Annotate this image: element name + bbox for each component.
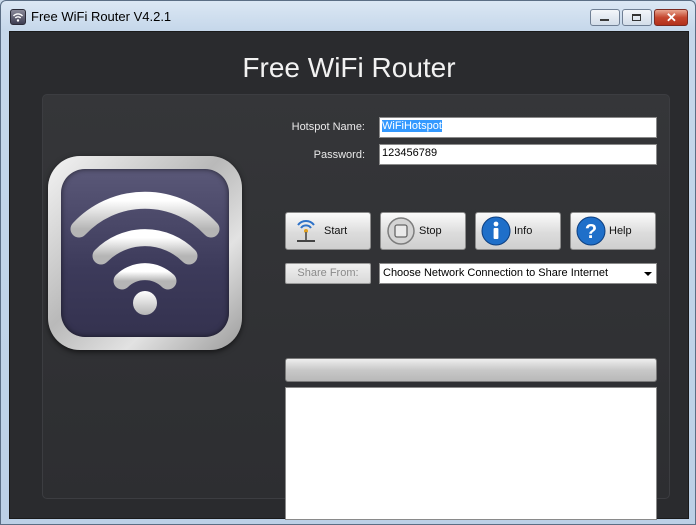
info-button-label: Info: [514, 225, 533, 237]
minimize-icon: [600, 19, 609, 21]
hotspot-name-value: WiFiHotspot: [382, 120, 442, 132]
close-icon: ✕: [666, 10, 677, 25]
password-label: Password:: [313, 149, 365, 161]
network-connection-select[interactable]: Choose Network Connection to Share Inter…: [379, 263, 657, 284]
start-button[interactable]: Start: [285, 212, 371, 250]
hotspot-name-label: Hotspot Name:: [291, 121, 365, 133]
start-button-label: Start: [324, 225, 348, 237]
network-connection-selected: Choose Network Connection to Share Inter…: [383, 267, 609, 279]
maximize-button[interactable]: [622, 9, 652, 26]
stop-button[interactable]: Stop: [380, 212, 466, 250]
minimize-button[interactable]: [590, 9, 620, 26]
info-icon: [481, 216, 511, 246]
close-button[interactable]: ✕: [654, 9, 688, 26]
help-button[interactable]: ? Help: [570, 212, 656, 250]
share-from-button[interactable]: Share From:: [285, 263, 371, 284]
info-button[interactable]: Info: [475, 212, 561, 250]
progress-bar: [285, 358, 657, 382]
title-bar[interactable]: Free WiFi Router V4.2.1 ✕: [1, 1, 695, 31]
password-input[interactable]: 123456789: [379, 144, 657, 165]
window-title: Free WiFi Router V4.2.1: [31, 9, 172, 24]
svg-text:?: ?: [585, 221, 597, 243]
help-icon: ?: [576, 216, 606, 246]
client-area: Free WiFi Router Hotspot Name: WiFiHotsp…: [9, 31, 689, 520]
wifi-icon: [10, 9, 26, 25]
wifi-antenna-icon: [297, 220, 315, 242]
wifi-logo-icon: [48, 156, 242, 350]
chevron-down-icon: [644, 272, 652, 276]
help-button-label: Help: [609, 225, 632, 237]
hotspot-name-input[interactable]: WiFiHotspot: [379, 117, 657, 138]
main-panel: Hotspot Name: WiFiHotspot Password: 1234…: [42, 94, 670, 520]
stop-button-label: Stop: [419, 225, 442, 237]
log-output-area[interactable]: [285, 387, 657, 520]
app-window: Free WiFi Router V4.2.1 ✕ Free WiFi Rout…: [0, 0, 696, 525]
password-value: 123456789: [382, 147, 438, 159]
maximize-icon: [632, 14, 641, 21]
stop-icon: [387, 217, 415, 245]
app-header-title: Free WiFi Router: [242, 52, 456, 83]
